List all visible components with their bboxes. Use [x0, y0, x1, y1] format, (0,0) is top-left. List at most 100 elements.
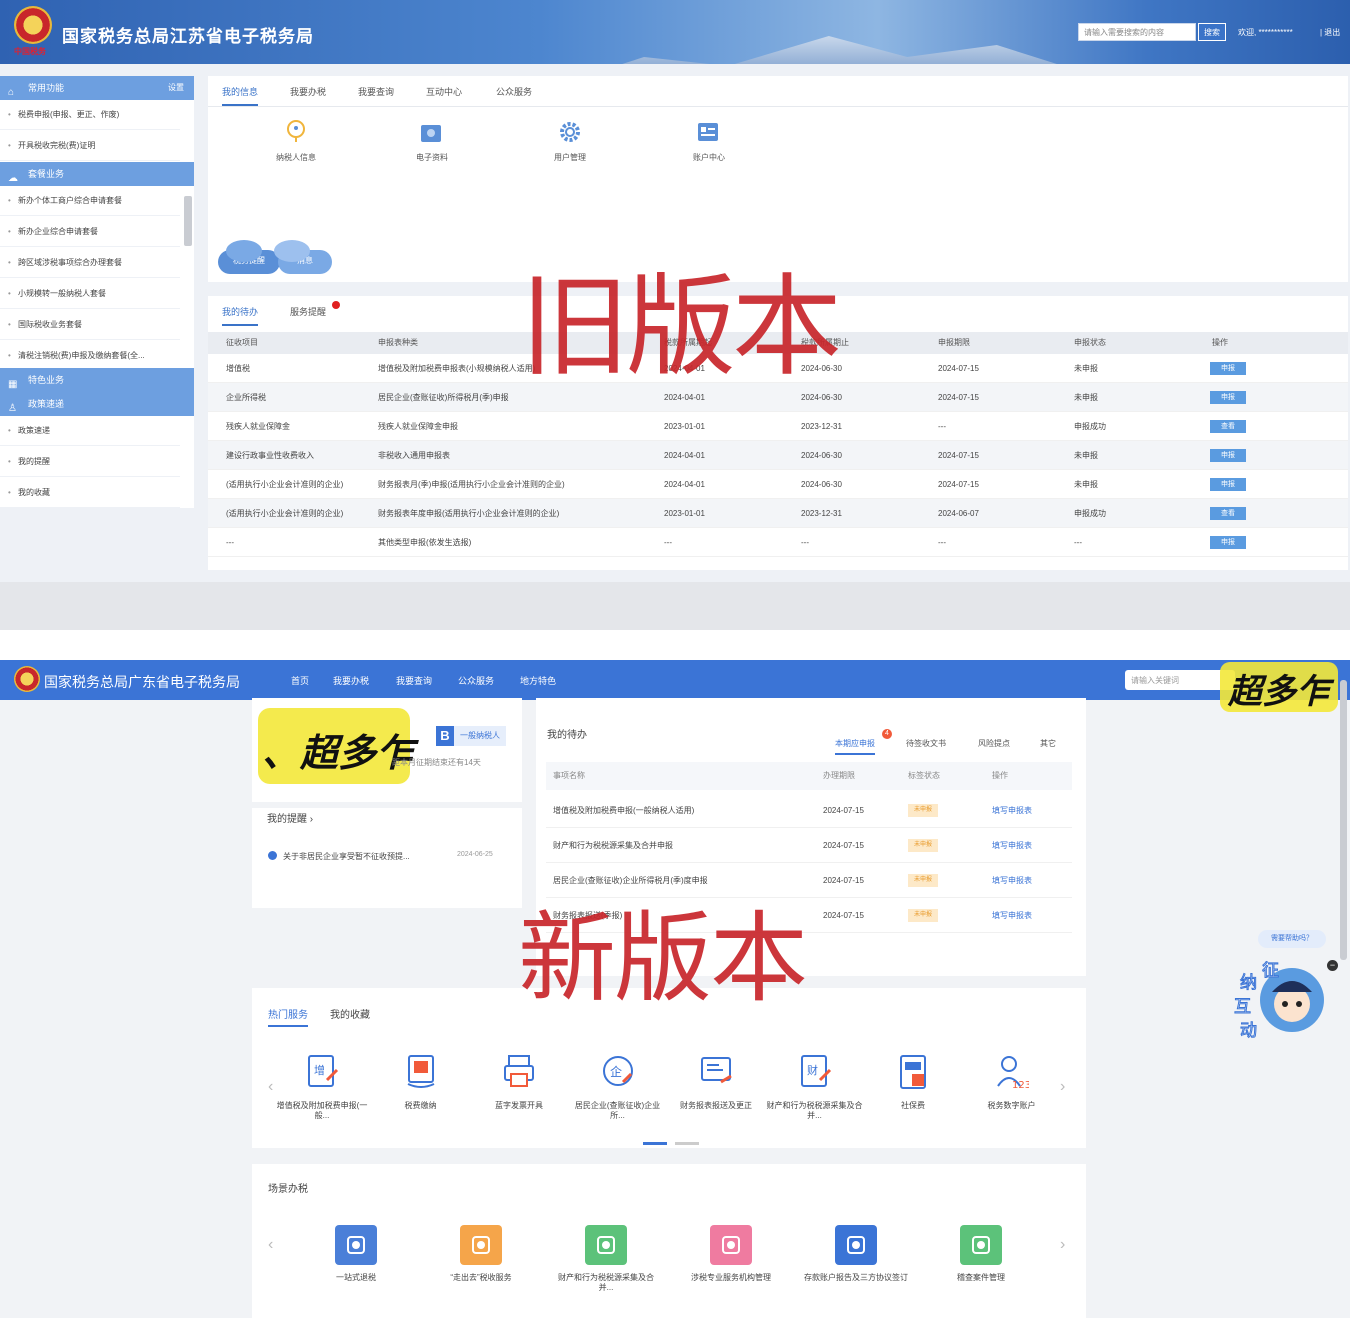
sidebar-item[interactable]: 新办个体工商户综合申请套餐 [0, 186, 180, 216]
sidebar-item[interactable]: 跨区域涉税事项综合办理套餐 [0, 248, 180, 278]
help-bubble[interactable]: 需要帮助吗？ [1258, 930, 1326, 948]
todo-name: 财产和行为税税源采集及合并申报 [553, 841, 673, 850]
sidebar-item[interactable]: 政策速递 [0, 416, 180, 446]
scene-item[interactable]: 涉税专业服务机构管理 [679, 1225, 783, 1283]
scene-item[interactable]: 一站式退税 [304, 1225, 408, 1283]
sidebar-item[interactable]: 开具税收完税(费)证明 [0, 131, 180, 161]
declare-button[interactable]: 查看 [1210, 420, 1246, 433]
tab-due-declare[interactable]: 本期应申报 [835, 738, 875, 755]
sidebar-item[interactable]: 小规模转一般纳税人套餐 [0, 279, 180, 309]
tab-my-info[interactable]: 我的信息 [222, 85, 259, 106]
sidebar-section-label: 政策速递 [28, 399, 65, 409]
nav-public[interactable]: 公众服务 [458, 674, 494, 687]
tab-query[interactable]: 我要查询 [358, 85, 394, 98]
sidebar-scrollbar[interactable] [184, 196, 192, 246]
service-item[interactable]: 123 税务数字账户 [964, 1054, 1060, 1111]
scene-label: 一站式退税 [336, 1273, 376, 1282]
sidebar-section-common[interactable]: ⌂ 常用功能 设置 [0, 76, 194, 100]
service-item[interactable]: 社保费 [865, 1054, 961, 1111]
new-header: 国家税务总局广东省电子税务局 首页 我要办税 我要查询 公众服务 地方特色 请输… [0, 660, 1350, 700]
declare-button[interactable]: 查看 [1210, 507, 1246, 520]
table-cell: 企业所得税 [226, 393, 266, 402]
sidebar-section-policy[interactable]: ♙ 政策速递 [0, 392, 194, 416]
tax-assistant-mascot-icon[interactable]: 纳 征 互 动 [1232, 956, 1328, 1040]
tab-do-tax[interactable]: 我要办税 [290, 85, 326, 98]
service-item[interactable]: 财务报表报送及更正 [668, 1054, 764, 1111]
carousel-dot-active[interactable] [643, 1142, 667, 1145]
fill-declaration-link[interactable]: 填写申报表 [992, 793, 1032, 828]
col-header: 操作 [1212, 338, 1228, 347]
e-document-icon[interactable] [419, 121, 443, 145]
new-search-input[interactable]: 请输入关键词 [1125, 670, 1235, 690]
declare-button[interactable]: 申报 [1210, 362, 1246, 375]
table-row: --- 其他类型申报(依发生选报) --- --- --- --- 申报 [208, 528, 1348, 557]
tab-service-reminder[interactable]: 服务提醒 [290, 305, 326, 318]
chevron-left-icon[interactable]: ‹ [268, 1078, 273, 1096]
old-logout-link[interactable]: | 退出 [1320, 27, 1340, 38]
tab-public[interactable]: 公众服务 [496, 85, 532, 98]
sidebar-section-feature[interactable]: ▦ 特色业务 [0, 368, 194, 392]
sidebar-section-package[interactable]: ☁ 套餐业务 [0, 162, 194, 186]
declare-button[interactable]: 申报 [1210, 478, 1246, 491]
chevron-right-icon[interactable]: › [1060, 1236, 1065, 1254]
sidebar-item[interactable]: 税费申报(申报、更正、作废) [0, 100, 180, 130]
scene-item[interactable]: 存款账户报告及三方协议签订 [804, 1225, 908, 1283]
tab-favorites[interactable]: 我的收藏 [330, 1006, 370, 1021]
table-cell: (适用执行小企业会计准则的企业) [226, 480, 344, 489]
gear-icon[interactable] [558, 120, 582, 144]
service-item[interactable]: 财财产和行为税税源采集及合并... [767, 1054, 863, 1122]
scene-item[interactable]: “走出去”税收服务 [429, 1225, 533, 1283]
chevron-right-icon[interactable]: › [1060, 1078, 1065, 1096]
old-search-button[interactable]: 搜索 [1198, 23, 1226, 41]
svg-text:动: 动 [1240, 1021, 1257, 1040]
sidebar-settings-link[interactable]: 设置 [168, 76, 184, 100]
table-cell: 申报成功 [1074, 509, 1106, 518]
scene-item[interactable]: 稽查案件管理 [929, 1225, 1033, 1283]
sidebar-item[interactable]: 我的收藏 [0, 478, 180, 508]
nav-query[interactable]: 我要查询 [396, 674, 432, 687]
tab-my-todo[interactable]: 我的待办 [222, 305, 259, 326]
old-search-input[interactable]: 请输入需要搜索的内容 [1078, 23, 1196, 41]
tab-other[interactable]: 其它 [1040, 738, 1056, 749]
sidebar-item[interactable]: 清税注销税(费)申报及缴纳套餐(全... [0, 341, 180, 371]
page-scrollbar[interactable] [1340, 680, 1347, 960]
tab-risk[interactable]: 风险提点 [978, 738, 1010, 749]
todo-row: 增值税及附加税费申报(一般纳税人适用) 2024-07-15 未申报 填写申报表 [546, 793, 1072, 828]
table-cell: 未申报 [1074, 393, 1098, 402]
table-row: (适用执行小企业会计准则的企业) 财务报表年度申报(适用执行小企业会计准则的企业)… [208, 499, 1348, 528]
carousel-dot[interactable] [675, 1142, 699, 1145]
fill-declaration-link[interactable]: 填写申报表 [992, 898, 1032, 933]
service-item[interactable]: 增增值税及附加税费申报(一般... [274, 1054, 370, 1122]
tab-interaction[interactable]: 互动中心 [426, 85, 462, 98]
declare-button[interactable]: 申报 [1210, 449, 1246, 462]
reminder-item[interactable]: 关于非居民企业享受暂不征收预提... [283, 851, 410, 862]
nav-do-tax[interactable]: 我要办税 [333, 674, 369, 687]
tab-hot-services[interactable]: 热门服务 [268, 1006, 308, 1027]
service-item[interactable]: 企居民企业(查账征收)企业所... [570, 1054, 666, 1122]
sidebar-item[interactable]: 我的提醒 [0, 447, 180, 477]
service-item[interactable]: 税费缴纳 [373, 1054, 469, 1111]
chevron-left-icon[interactable]: ‹ [268, 1236, 273, 1254]
fill-declaration-link[interactable]: 填写申报表 [992, 863, 1032, 898]
nav-local[interactable]: 地方特色 [520, 674, 556, 687]
tab-documents[interactable]: 待签收文书 [906, 738, 946, 749]
sidebar-item[interactable]: 国际税收业务套餐 [0, 310, 180, 340]
user-info-icon[interactable] [284, 119, 308, 143]
todo-deadline: 2024-07-15 [823, 806, 864, 815]
info-icon-label: 用户管理 [554, 153, 586, 162]
scene-item[interactable]: 财产和行为税税源采集及合并... [554, 1225, 658, 1294]
close-icon[interactable]: − [1327, 960, 1338, 971]
digital-account-icon: 123 [996, 1056, 1031, 1091]
declare-button[interactable]: 申报 [1210, 391, 1246, 404]
declare-button[interactable]: 申报 [1210, 536, 1246, 549]
sidebar-item[interactable]: 新办企业综合申请套餐 [0, 217, 180, 247]
property-tax-icon: 财 [800, 1055, 831, 1087]
reminders-title-link[interactable]: 我的提醒 › [267, 810, 313, 825]
service-item[interactable]: 蓝字发票开具 [471, 1054, 567, 1111]
nav-home[interactable]: 首页 [291, 674, 309, 687]
vat-declare-icon: 增 [308, 1055, 339, 1087]
new-site-title: 国家税务总局广东省电子税务局 [44, 674, 240, 690]
fill-declaration-link[interactable]: 填写申报表 [992, 828, 1032, 863]
table-cell: --- [226, 538, 234, 547]
account-center-icon[interactable] [696, 120, 720, 144]
